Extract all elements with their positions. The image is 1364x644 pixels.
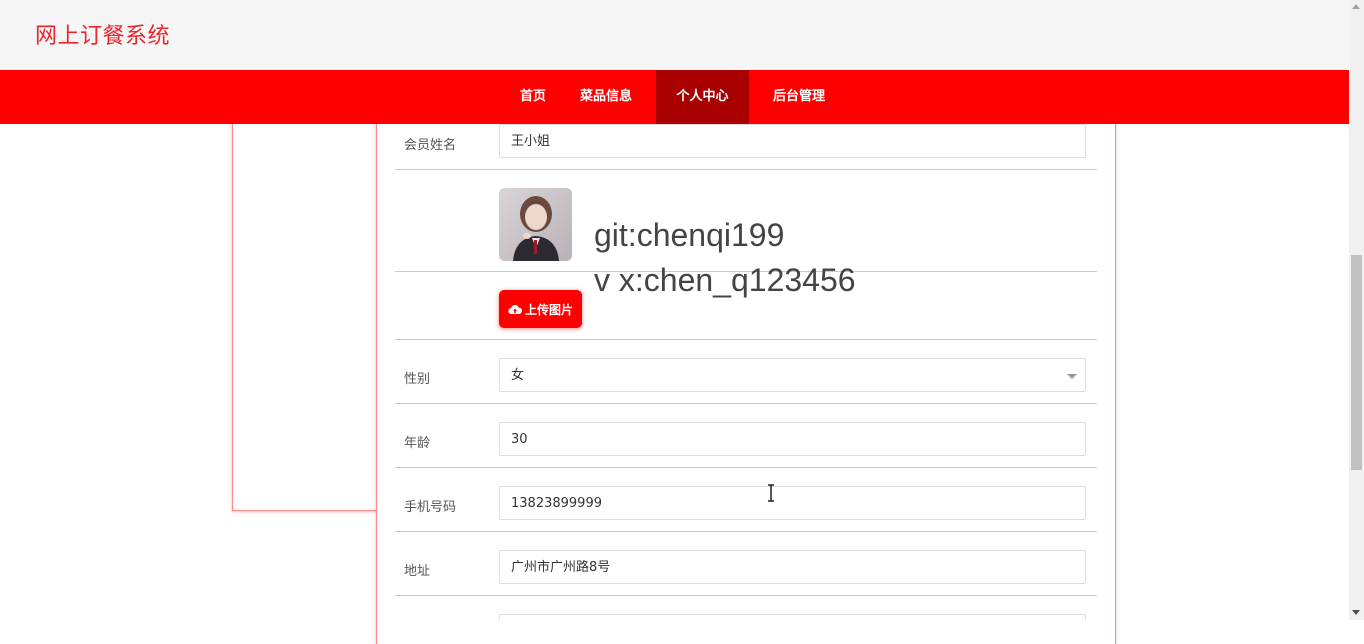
chevron-down-icon [1067, 374, 1077, 379]
nav-item-admin[interactable]: 后台管理 [762, 70, 836, 124]
upload-image-button[interactable]: 上传图片 [499, 290, 582, 328]
gender-label: 性别 [404, 372, 431, 387]
scroll-up-icon[interactable] [1352, 4, 1360, 9]
text-cursor-icon [768, 484, 774, 502]
nav-item-home[interactable]: 首页 [509, 70, 557, 124]
phone-input[interactable]: 13823899999 [499, 486, 1086, 520]
site-title[interactable]: 网上订餐系统 [35, 18, 170, 50]
nav-item-dishes[interactable]: 菜品信息 [570, 70, 642, 124]
row-divider [395, 339, 1097, 340]
row-divider [395, 467, 1097, 468]
avatar-image [499, 188, 572, 261]
scrollbar-thumb[interactable] [1351, 255, 1362, 470]
scroll-down-icon[interactable] [1352, 610, 1360, 615]
nav-item-personal-center[interactable]: 个人中心 [656, 70, 749, 124]
address-input[interactable]: 广州市广州路8号 [499, 550, 1086, 584]
age-label: 年龄 [404, 436, 431, 451]
age-input[interactable]: 30 [499, 422, 1086, 456]
address-label: 地址 [404, 564, 431, 579]
name-label: 会员姓名 [404, 138, 457, 153]
row-divider [395, 531, 1097, 532]
cloud-upload-icon [508, 304, 522, 314]
row-divider [395, 169, 1097, 170]
next-field-input[interactable] [499, 614, 1086, 620]
gender-select[interactable]: 女 [499, 358, 1086, 392]
watermark-line1: git:chenqi199 [594, 217, 785, 253]
phone-label: 手机号码 [404, 500, 457, 515]
watermark-line2: v x:chen_q123456 [594, 262, 856, 298]
upload-button-label: 上传图片 [524, 302, 573, 317]
gender-selected-value: 女 [511, 368, 525, 383]
name-input[interactable]: 王小姐 [499, 124, 1086, 158]
row-divider [395, 403, 1097, 404]
sidebar-panel [232, 124, 381, 511]
main-nav: 首页 菜品信息 个人中心 后台管理 [0, 70, 1349, 124]
row-divider [395, 595, 1097, 596]
header: 网上订餐系统 [0, 0, 1349, 70]
page-scrollbar[interactable] [1349, 0, 1364, 620]
